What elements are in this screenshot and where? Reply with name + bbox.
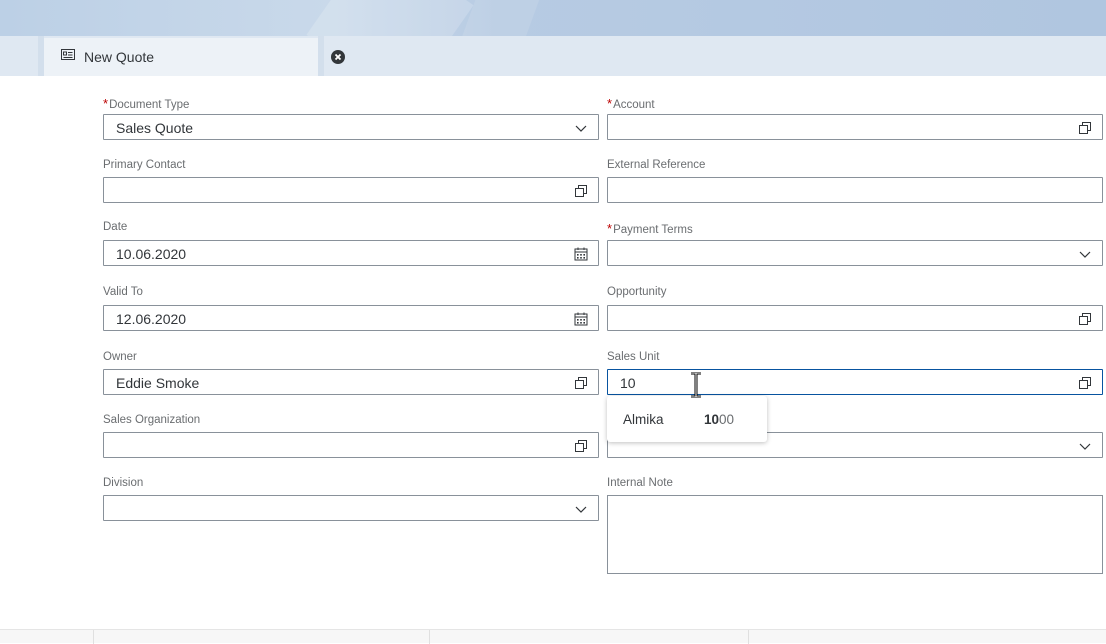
value-help-icon[interactable] [574, 184, 588, 198]
required-marker: * [607, 221, 613, 236]
required-marker: * [607, 96, 613, 111]
account-label: *Account [607, 96, 655, 111]
items-table-header [0, 629, 1106, 644]
shell-header [0, 0, 1106, 36]
sales-organization-input[interactable] [103, 432, 599, 458]
sales-unit-input[interactable]: 10 [607, 369, 1103, 395]
primary-contact-label: Primary Contact [103, 159, 186, 171]
internal-note-label: Internal Note [607, 477, 673, 489]
division-label: Division [103, 477, 144, 489]
chevron-down-icon [574, 121, 588, 135]
internal-note-textarea[interactable] [607, 495, 1103, 574]
valid-to-picker[interactable]: 12.06.2020 [103, 305, 599, 331]
tab-label: New Quote [84, 49, 155, 65]
primary-contact-input[interactable] [103, 177, 599, 203]
document-type-select[interactable]: Sales Quote [103, 114, 599, 140]
chevron-down-icon [574, 502, 588, 516]
opportunity-input[interactable] [607, 305, 1103, 331]
sales-unit-suggestion-list: Almika 1000 [607, 396, 767, 442]
quote-document-icon [61, 49, 75, 62]
value-help-icon[interactable] [1078, 312, 1092, 326]
suggestion-item[interactable]: Almika 1000 [607, 396, 767, 442]
date-label: Date [103, 221, 128, 233]
external-reference-label: External Reference [607, 159, 706, 171]
owner-input[interactable]: Eddie Smoke [103, 369, 599, 395]
value-help-icon[interactable] [574, 376, 588, 390]
owner-label: Owner [103, 351, 137, 363]
column-separator [429, 630, 430, 644]
calendar-icon[interactable] [574, 312, 588, 326]
column-separator [748, 630, 749, 644]
column-separator [93, 630, 94, 644]
calendar-icon[interactable] [574, 247, 588, 261]
valid-to-label: Valid To [103, 286, 143, 298]
payment-terms-label: *Payment Terms [607, 221, 693, 236]
suggestion-code: 1000 [704, 412, 735, 427]
opportunity-label: Opportunity [607, 286, 667, 298]
chevron-down-icon [1078, 439, 1092, 453]
sales-organization-label: Sales Organization [103, 414, 201, 426]
external-reference-input[interactable] [607, 177, 1103, 203]
tab-separator [318, 36, 324, 76]
chevron-down-icon [1078, 247, 1092, 261]
document-type-label: *Document Type [103, 96, 190, 111]
suggestion-name: Almika [623, 412, 664, 427]
text-cursor-icon [689, 371, 703, 399]
value-help-icon[interactable] [574, 439, 588, 453]
tab-new-quote[interactable]: New Quote [44, 36, 345, 76]
value-help-icon[interactable] [1078, 376, 1092, 390]
close-tab-icon[interactable] [331, 50, 345, 64]
required-marker: * [103, 96, 109, 111]
value-help-icon[interactable] [1078, 121, 1092, 135]
account-input[interactable] [607, 114, 1103, 140]
tab-strip: New Quote [0, 36, 1106, 76]
division-select[interactable] [103, 495, 599, 521]
payment-terms-select[interactable] [607, 240, 1103, 266]
header-decoration [306, 0, 474, 36]
date-picker[interactable]: 10.06.2020 [103, 240, 599, 266]
sales-unit-label: Sales Unit [607, 351, 660, 363]
